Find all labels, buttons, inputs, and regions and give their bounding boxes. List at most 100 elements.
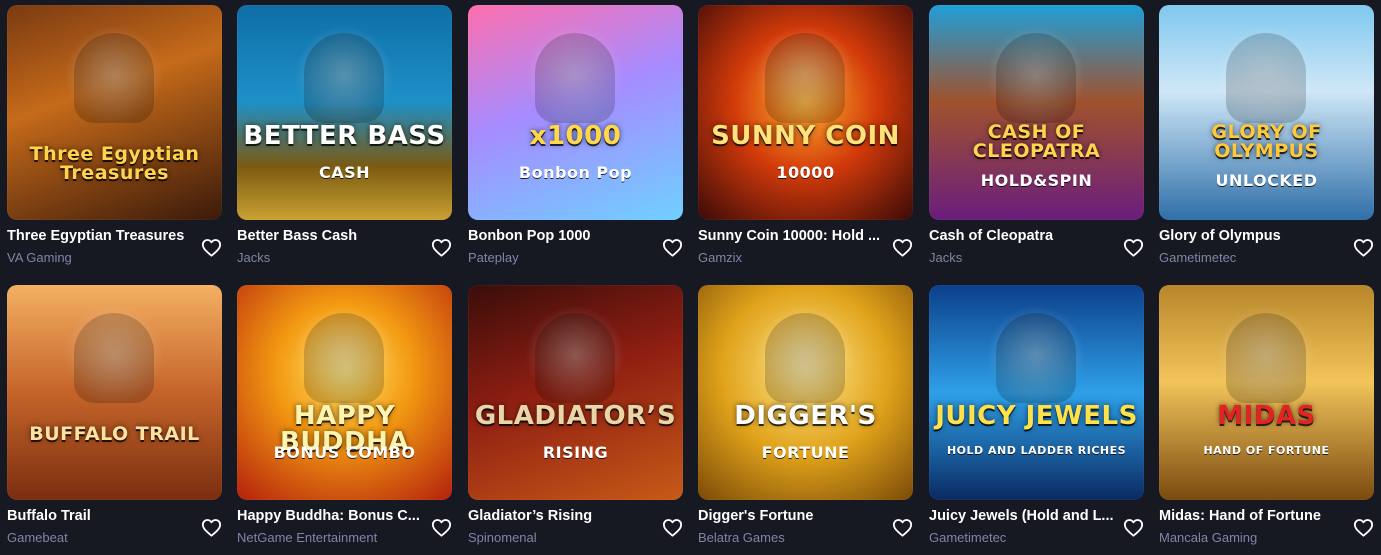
game-title[interactable]: Sunny Coin 10000: Hold ... — [698, 228, 883, 244]
game-provider[interactable]: VA Gaming — [7, 250, 192, 265]
game-provider[interactable]: Jacks — [929, 250, 1114, 265]
character-art — [996, 33, 1076, 123]
heart-outline-icon — [1353, 518, 1373, 537]
game-thumbnail[interactable]: HAPPY BUDDHA BONUS COMBO — [237, 285, 452, 500]
art-title: GLADIATOR’S — [474, 401, 677, 431]
favorite-button[interactable] — [1122, 236, 1144, 258]
game-title[interactable]: Glory of Olympus — [1159, 228, 1344, 244]
art-subtitle: Bonbon Pop — [518, 163, 633, 182]
art-subtitle: 10000 — [776, 163, 835, 182]
favorite-button[interactable] — [430, 516, 452, 538]
heart-outline-icon — [201, 518, 221, 537]
favorite-button[interactable] — [661, 516, 683, 538]
favorite-button[interactable] — [661, 236, 683, 258]
favorite-button[interactable] — [430, 236, 452, 258]
game-title[interactable]: Buffalo Trail — [7, 508, 192, 524]
games-grid: Three Egyptian Treasures Three Egyptian T… — [0, 0, 1381, 555]
favorite-button[interactable] — [891, 516, 913, 538]
game-thumbnail[interactable]: JUICY JEWELS HOLD AND LADDER RICHES — [929, 285, 1144, 500]
art-title: JUICY JEWELS — [935, 401, 1138, 431]
game-thumbnail[interactable]: SUNNY COIN 10000 — [698, 5, 913, 220]
heart-outline-icon — [1123, 518, 1143, 537]
art-title: x1000 — [529, 121, 622, 151]
favorite-button[interactable] — [891, 236, 913, 258]
game-card-happy-buddha-bonus-c[interactable]: HAPPY BUDDHA BONUS COMBO Happy Buddha: Bon… — [237, 285, 452, 555]
art-subtitle: UNLOCKED — [1215, 171, 1318, 190]
game-thumbnail[interactable]: Three Egyptian Treasures — [7, 5, 222, 220]
game-thumbnail[interactable]: GLADIATOR’S RISING — [468, 285, 683, 500]
game-provider[interactable]: Belatra Games — [698, 530, 883, 545]
favorite-button[interactable] — [200, 516, 222, 538]
game-card-better-bass-cash[interactable]: BETTER BASS CASH Better Bass Cash Jacks — [237, 5, 452, 275]
art-title: DIGGER'S — [734, 401, 877, 431]
art-title: BETTER BASS — [243, 121, 446, 151]
game-title[interactable]: Three Egyptian Treasures — [7, 228, 192, 244]
art-subtitle: FORTUNE — [761, 443, 850, 462]
heart-outline-icon — [892, 518, 912, 537]
game-title[interactable]: Digger's Fortune — [698, 508, 883, 524]
game-title[interactable]: Midas: Hand of Fortune — [1159, 508, 1344, 524]
heart-outline-icon — [1353, 238, 1373, 257]
game-provider[interactable]: Gamebeat — [7, 530, 192, 545]
art-subtitle: BONUS COMBO — [273, 443, 416, 462]
game-card-bonbon-pop-1000[interactable]: x1000 Bonbon Pop Bonbon Pop 1000 Pateplay — [468, 5, 683, 275]
game-provider[interactable]: Gametimetec — [929, 530, 1114, 545]
favorite-button[interactable] — [1352, 236, 1374, 258]
game-card-three-egyptian-treasures[interactable]: Three Egyptian Treasures Three Egyptian T… — [7, 5, 222, 275]
game-card-gladiator-s-rising[interactable]: GLADIATOR’S RISING Gladiator’s Rising Spino… — [468, 285, 683, 555]
favorite-button[interactable] — [1122, 516, 1144, 538]
art-subtitle: CASH — [318, 163, 371, 182]
game-card-cash-of-cleopatra[interactable]: CASH OF CLEOPATRA HOLD&SPIN Cash of Cleopa… — [929, 5, 1144, 275]
heart-outline-icon — [662, 238, 682, 257]
character-art — [535, 33, 615, 123]
game-thumbnail[interactable]: BETTER BASS CASH — [237, 5, 452, 220]
game-title[interactable]: Happy Buddha: Bonus C... — [237, 508, 422, 524]
game-title[interactable]: Bonbon Pop 1000 — [468, 228, 653, 244]
character-art — [74, 33, 154, 123]
heart-outline-icon — [431, 238, 451, 257]
heart-outline-icon — [431, 518, 451, 537]
heart-outline-icon — [662, 518, 682, 537]
game-provider[interactable]: Pateplay — [468, 250, 653, 265]
art-subtitle: HAND OF FORTUNE — [1203, 444, 1330, 457]
art-title: Three Egyptian Treasures — [29, 143, 200, 184]
game-provider[interactable]: Mancala Gaming — [1159, 530, 1344, 545]
character-art — [765, 313, 845, 403]
game-thumbnail[interactable]: x1000 Bonbon Pop — [468, 5, 683, 220]
game-thumbnail[interactable]: CASH OF CLEOPATRA HOLD&SPIN — [929, 5, 1144, 220]
game-title[interactable]: Gladiator’s Rising — [468, 508, 653, 524]
art-title: CASH OF CLEOPATRA — [972, 121, 1101, 162]
art-subtitle: RISING — [542, 443, 609, 462]
game-thumbnail[interactable]: GLORY OF OLYMPUS UNLOCKED — [1159, 5, 1374, 220]
game-provider[interactable]: Spinomenal — [468, 530, 653, 545]
game-title[interactable]: Better Bass Cash — [237, 228, 422, 244]
character-art — [765, 33, 845, 123]
game-provider[interactable]: Gamzix — [698, 250, 883, 265]
art-subtitle: HOLD AND LADDER RICHES — [946, 444, 1127, 457]
game-card-digger-s-fortune[interactable]: DIGGER'S FORTUNE Digger's Fortune Belatra G… — [698, 285, 913, 555]
game-provider[interactable]: Gametimetec — [1159, 250, 1344, 265]
heart-outline-icon — [1123, 238, 1143, 257]
game-title[interactable]: Cash of Cleopatra — [929, 228, 1114, 244]
game-title[interactable]: Juicy Jewels (Hold and L... — [929, 508, 1114, 524]
game-thumbnail[interactable]: MIDAS HAND OF FORTUNE — [1159, 285, 1374, 500]
art-subtitle: HOLD&SPIN — [980, 171, 1093, 190]
game-card-glory-of-olympus[interactable]: GLORY OF OLYMPUS UNLOCKED Glory of Olympus… — [1159, 5, 1374, 275]
game-provider[interactable]: Jacks — [237, 250, 422, 265]
favorite-button[interactable] — [1352, 516, 1374, 538]
character-art — [1226, 33, 1306, 123]
game-card-juicy-jewels-hold-and-l[interactable]: JUICY JEWELS HOLD AND LADDER RICHES Juicy … — [929, 285, 1144, 555]
game-card-sunny-coin-10000-hold[interactable]: SUNNY COIN 10000 Sunny Coin 10000: Hold ..… — [698, 5, 913, 275]
game-card-buffalo-trail[interactable]: BUFFALO TRAIL Buffalo Trail Gamebeat — [7, 285, 222, 555]
character-art — [304, 313, 384, 403]
favorite-button[interactable] — [200, 236, 222, 258]
art-title: MIDAS — [1217, 401, 1316, 431]
character-art — [304, 33, 384, 123]
game-thumbnail[interactable]: BUFFALO TRAIL — [7, 285, 222, 500]
character-art — [996, 313, 1076, 403]
game-card-midas-hand-of-fortune[interactable]: MIDAS HAND OF FORTUNE Midas: Hand of Fortu… — [1159, 285, 1374, 555]
game-thumbnail[interactable]: DIGGER'S FORTUNE — [698, 285, 913, 500]
character-art — [74, 313, 154, 403]
art-title: SUNNY COIN — [711, 121, 900, 151]
game-provider[interactable]: NetGame Entertainment — [237, 530, 422, 545]
